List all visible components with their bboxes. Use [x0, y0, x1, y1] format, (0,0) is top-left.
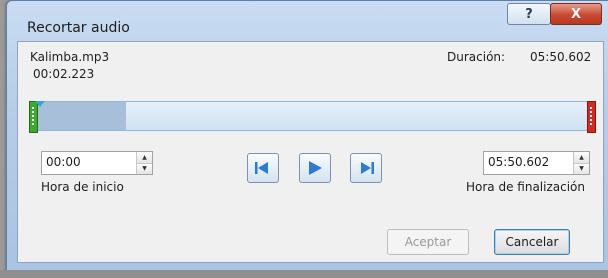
start-time-label: Hora de inicio	[41, 180, 124, 194]
help-button[interactable]: ?	[507, 3, 551, 25]
duration-value: 05:50.602	[530, 50, 592, 64]
audio-trim-track[interactable]	[29, 101, 596, 133]
close-icon: X	[570, 6, 582, 22]
previous-frame-icon	[255, 162, 268, 174]
close-button[interactable]: X	[550, 3, 602, 25]
ok-button[interactable]: Aceptar	[387, 229, 469, 255]
start-time-input[interactable]: 00:00	[42, 152, 136, 174]
play-icon	[309, 161, 322, 175]
next-frame-button[interactable]	[350, 153, 382, 183]
spin-up-icon[interactable]: ▲	[574, 152, 589, 163]
window-title: Recortar audio	[27, 20, 130, 36]
file-name: Kalimba.mp3	[30, 50, 110, 64]
current-position: 00:02.223	[33, 67, 95, 81]
taskbar-strip	[0, 270, 608, 278]
previous-frame-button[interactable]	[247, 153, 279, 183]
spin-down-icon[interactable]: ▼	[137, 162, 152, 174]
dialog-window: Recortar audio ? X Kalimba.mp3 00:02.223…	[6, 0, 608, 272]
spin-arrows: ▲ ▼	[136, 152, 152, 174]
end-time-label: Hora de finalización	[466, 180, 585, 194]
grip-icon	[590, 107, 592, 127]
playhead-marker[interactable]	[35, 101, 45, 107]
end-time-input[interactable]: 05:50.602	[484, 152, 573, 174]
start-time-stepper[interactable]: 00:00 ▲ ▼	[41, 151, 153, 175]
grip-icon	[32, 107, 34, 127]
next-frame-icon	[361, 162, 374, 174]
spin-down-icon[interactable]: ▼	[574, 162, 589, 174]
cancel-button[interactable]: Cancelar	[494, 229, 570, 255]
end-trim-handle[interactable]	[587, 101, 596, 133]
spin-up-icon[interactable]: ▲	[137, 152, 152, 163]
spin-arrows: ▲ ▼	[573, 152, 589, 174]
title-bar[interactable]: Recortar audio ? X	[7, 1, 608, 39]
duration-label: Duración:	[447, 50, 506, 64]
play-button[interactable]	[299, 153, 331, 183]
help-icon: ?	[525, 6, 533, 22]
end-time-stepper[interactable]: 05:50.602 ▲ ▼	[483, 151, 590, 175]
